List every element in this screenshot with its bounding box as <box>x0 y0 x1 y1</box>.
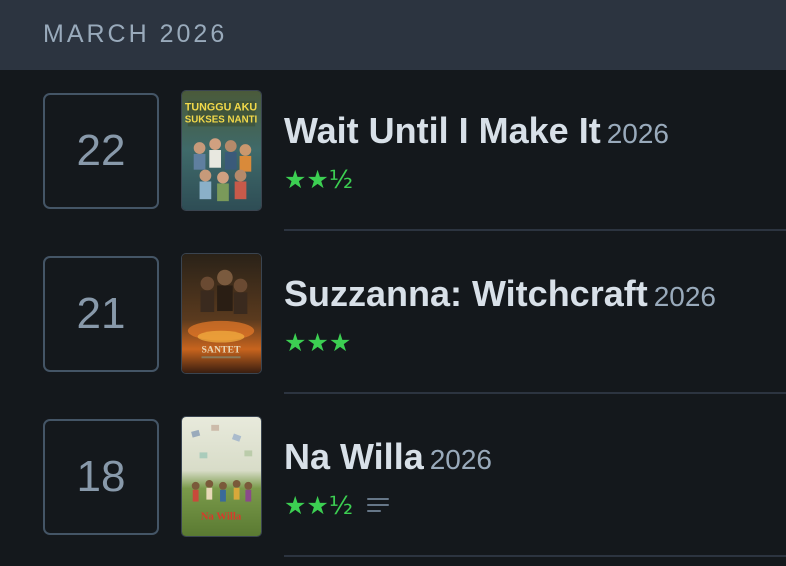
rating-line: ★★½ <box>284 164 353 194</box>
day-number: 22 <box>76 126 126 175</box>
poster-image: SANTET <box>182 254 261 373</box>
poster-image: Na Willa <box>182 417 261 536</box>
day-box[interactable]: 22 <box>43 93 159 209</box>
film-title[interactable]: Suzzanna: Witchcraft <box>284 273 648 314</box>
month-header: MARCH 2026 <box>0 0 786 70</box>
film-poster[interactable]: Na Willa <box>181 416 262 537</box>
review-text-icon[interactable] <box>367 497 390 513</box>
day-box[interactable]: 18 <box>43 419 159 535</box>
day-box[interactable]: 21 <box>43 256 159 372</box>
diary-entry: 21 SANTET Suzzanna: Witchcraft 2026 ★★★ <box>0 233 786 396</box>
star-rating: ★★½ <box>284 164 354 194</box>
film-year[interactable]: 2026 <box>654 281 716 312</box>
star-rating: ★★½ <box>284 490 354 520</box>
film-poster[interactable]: TUNGGU AKU SUKSES NANTI <box>181 90 262 211</box>
title-line: Suzzanna: Witchcraft 2026 <box>284 273 716 315</box>
title-line: Wait Until I Make It 2026 <box>284 110 669 152</box>
divider <box>284 555 786 557</box>
film-year[interactable]: 2026 <box>607 118 669 149</box>
poster-image: TUNGGU AKU SUKSES NANTI <box>182 91 261 210</box>
film-title[interactable]: Na Willa <box>284 436 424 477</box>
day-number: 21 <box>76 289 126 338</box>
film-year[interactable]: 2026 <box>430 444 492 475</box>
day-number: 18 <box>76 452 126 501</box>
svg-text:Na Willa: Na Willa <box>201 510 242 522</box>
svg-text:SUKSES NANTI: SUKSES NANTI <box>185 114 258 125</box>
divider <box>284 392 786 394</box>
svg-text:SANTET: SANTET <box>202 344 241 355</box>
month-label: MARCH 2026 <box>43 20 228 48</box>
svg-text:TUNGGU AKU: TUNGGU AKU <box>185 102 257 114</box>
rating-line: ★★★ <box>284 327 351 357</box>
rating-line: ★★½ <box>284 490 390 520</box>
film-title[interactable]: Wait Until I Make It <box>284 110 601 151</box>
divider <box>284 229 786 231</box>
diary-entry: 22 TUNGGU AKU SUKSES NANTI Wait Until I … <box>0 70 786 233</box>
star-rating: ★★★ <box>284 327 352 357</box>
film-poster[interactable]: SANTET <box>181 253 262 374</box>
title-line: Na Willa 2026 <box>284 436 492 478</box>
diary-entry: 18 Na Willa Na Willa 2026 ★★½ <box>0 396 786 559</box>
